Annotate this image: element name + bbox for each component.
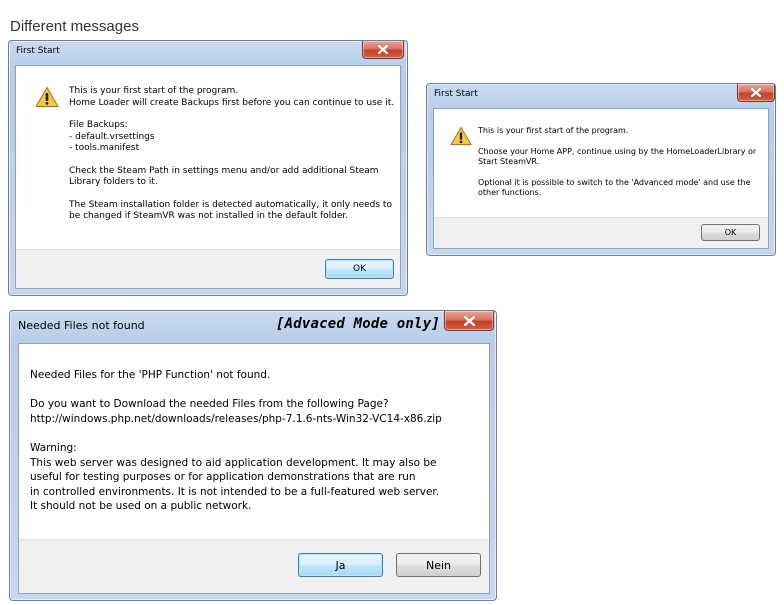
message-line: Choose your Home APP, continue using by … [478,146,757,156]
message-line: Do you want to Download the needed Files… [30,398,389,411]
dialog-body: This is your first start of the program.… [15,65,401,289]
dialog-needed-files: Needed Files not found Needed Files for … [9,310,497,601]
message-line: useful for testing purposes or for appli… [30,471,416,484]
message-line: This is your first start of the program. [478,126,629,135]
close-button[interactable] [737,84,775,102]
titlebar[interactable]: First Start [427,84,775,106]
button-bar: Ja Nein [19,539,489,593]
close-icon [378,45,388,54]
dialog-first-start-2: First Start This is your first start of … [426,83,776,256]
message-text: This is your first start of the program.… [69,86,394,223]
page-title: Different messages [10,18,139,35]
button-bar: OK [16,249,400,288]
yes-button[interactable]: Ja [298,553,383,577]
message-line: Check the Steam Path in settings menu an… [69,165,379,176]
message-line: in controlled environments. It is not in… [30,485,440,498]
no-button[interactable]: Nein [396,553,481,577]
message-line: - tools.manifest [69,143,140,153]
message-line: This is your first start of the program. [69,86,239,96]
advanced-mode-badge: [Advaced Mode only] [276,316,440,332]
message-line: Start SteamVR. [478,157,540,166]
dialog-first-start-1: First Start This is your first start of … [8,40,408,296]
button-bar: OK [434,217,768,248]
message-line: Home Loader will create Backups first be… [69,97,395,108]
message-line: This web server was designed to aid appl… [30,456,437,469]
message-text: Needed Files for the 'PHP Function' not … [30,368,442,514]
message-line: Needed Files for the 'PHP Function' not … [30,369,271,381]
message-line: Warning: [30,441,77,454]
close-button[interactable] [444,311,494,331]
dialog-title: First Start [16,46,60,56]
message-text: This is your first start of the program.… [478,126,756,199]
warning-icon [450,126,472,146]
dialog-title: First Start [434,89,478,99]
ok-button[interactable]: OK [325,259,394,279]
dialog-body: This is your first start of the program.… [433,108,769,249]
titlebar[interactable]: First Start [9,41,407,63]
warning-icon [35,86,59,107]
message-line: Library folders to it. [69,177,158,187]
dialog-body: Needed Files for the 'PHP Function' not … [18,343,490,594]
close-icon [751,88,761,97]
message-line: Optional it is possible to switch to the… [478,177,751,187]
message-line: be changed if SteamVR was not installed … [69,211,349,221]
dialog-title: Needed Files not found [18,319,145,332]
message-line: other functions. [478,188,542,197]
ok-button[interactable]: OK [701,224,760,241]
message-line: It should not be used on a public networ… [30,500,252,513]
close-button[interactable] [362,41,404,59]
download-url: http://windows.php.net/downloads/release… [30,412,442,425]
message-line: - default.vrsettings [69,131,155,142]
message-line: The Steam installation folder is detecte… [69,199,392,210]
message-line: File Backups: [69,120,128,130]
close-icon [463,315,475,326]
